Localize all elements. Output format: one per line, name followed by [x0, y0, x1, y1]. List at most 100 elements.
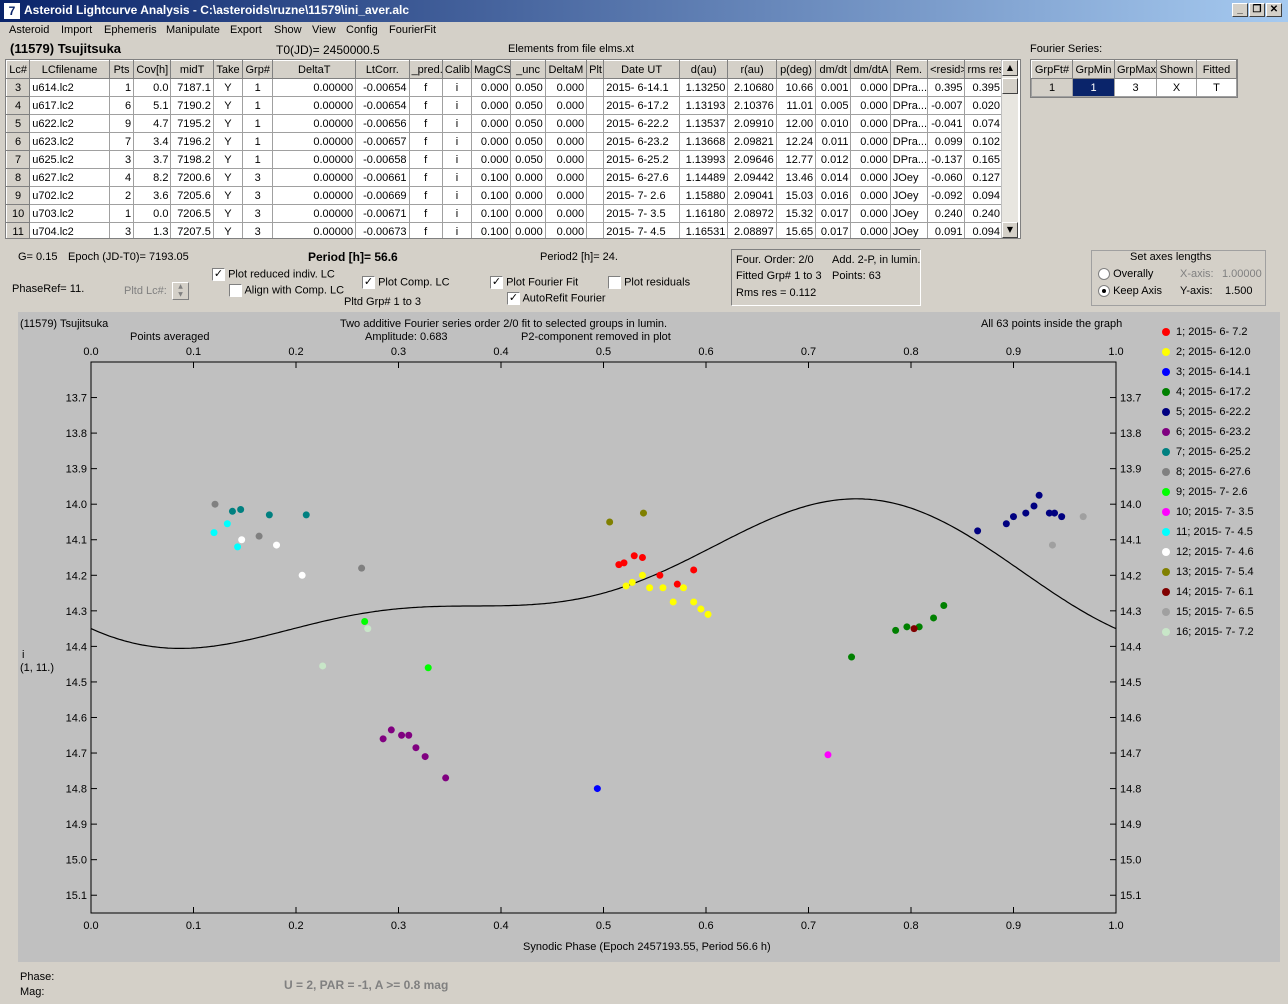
table-cell[interactable] — [586, 114, 605, 133]
table-cell[interactable]: 7198.2 — [170, 150, 214, 169]
table-cell[interactable]: 0.005 — [815, 96, 852, 115]
table-cell[interactable]: 2.08972 — [727, 204, 777, 223]
table-cell[interactable]: 2.10376 — [727, 96, 777, 115]
table-cell[interactable]: 0.001 — [815, 78, 852, 97]
table-cell[interactable]: -0.00656 — [355, 114, 410, 133]
table-cell[interactable]: 0.395 — [927, 78, 966, 97]
menu-import[interactable]: Import — [61, 24, 92, 36]
table-cell[interactable]: -0.00673 — [355, 222, 410, 238]
table-cell[interactable]: 3 — [242, 186, 274, 205]
table-cell[interactable]: 0.240 — [927, 204, 966, 223]
table-cell[interactable]: 0.010 — [815, 114, 852, 133]
table-cell[interactable]: 7 — [6, 150, 31, 169]
table-cell[interactable]: 9 — [6, 186, 31, 205]
table-cell[interactable]: 2015- 6-25.2 — [603, 150, 680, 169]
menu-fourierfit[interactable]: FourierFit — [389, 24, 436, 36]
table-cell[interactable]: 0.000 — [850, 204, 891, 223]
table-cell[interactable]: 1 — [108, 204, 135, 223]
menu-config[interactable]: Config — [346, 24, 378, 36]
table-cell[interactable]: 3 — [242, 168, 274, 187]
table-cell[interactable]: 7206.5 — [170, 204, 214, 223]
column-header[interactable]: <resid> — [927, 60, 966, 79]
table-cell[interactable]: Y — [212, 114, 244, 133]
table-cell[interactable]: -0.137 — [927, 150, 966, 169]
column-header[interactable]: Rem. — [889, 60, 929, 79]
table-cell[interactable]: i — [441, 78, 473, 97]
table-cell[interactable]: 0.014 — [815, 168, 852, 187]
column-header[interactable]: DeltaT — [272, 60, 357, 79]
table-cell[interactable]: -0.00654 — [355, 96, 410, 115]
table-cell[interactable]: 7 — [108, 132, 135, 151]
table-cell[interactable]: 1.16531 — [678, 222, 729, 238]
table-cell[interactable]: 2015- 7- 4.5 — [603, 222, 680, 238]
table-cell[interactable]: JOey — [889, 222, 929, 238]
table-row[interactable]: 6 u623.lc2 7 3.4 7196.2 Y 1 0.00000 -0.00657 f i 0.… — [6, 132, 1003, 151]
table-cell[interactable]: 3 — [108, 222, 135, 238]
table-cell[interactable]: 2015- 6-23.2 — [603, 132, 680, 151]
table-cell[interactable]: Y — [212, 222, 244, 238]
table-cell[interactable]: 11.01 — [775, 96, 817, 115]
table-cell[interactable]: 15.32 — [775, 204, 817, 223]
table-cell[interactable]: 0.000 — [471, 150, 512, 169]
table-cell[interactable]: 7196.2 — [170, 132, 214, 151]
table-cell[interactable]: -0.00671 — [355, 204, 410, 223]
column-header[interactable]: p(deg) — [775, 60, 817, 79]
table-cell[interactable]: 2.09041 — [727, 186, 777, 205]
table-cell[interactable]: 0.395 — [964, 78, 1003, 97]
table-row[interactable]: 11 u704.lc2 3 1.3 7207.5 Y 3 0.00000 -0.00673 f i 0… — [6, 222, 1003, 238]
table-cell[interactable]: 0.050 — [510, 150, 546, 169]
table-cell[interactable]: 0.240 — [964, 204, 1003, 223]
table-cell[interactable]: 3 — [242, 222, 274, 238]
column-header[interactable]: midT — [170, 60, 214, 79]
table-cell[interactable]: 3 — [108, 150, 135, 169]
table-cell[interactable]: 0.094 — [964, 222, 1003, 238]
table-cell[interactable]: 1 — [1031, 78, 1073, 97]
table-cell[interactable] — [586, 222, 605, 238]
table-cell[interactable]: u702.lc2 — [29, 186, 110, 205]
table-cell[interactable]: i — [441, 186, 473, 205]
table-cell[interactable]: 0.165 — [964, 150, 1003, 169]
column-header[interactable]: Grp# — [242, 60, 274, 79]
table-cell[interactable]: 0.000 — [850, 114, 891, 133]
table-cell[interactable]: 2.09442 — [727, 168, 777, 187]
table-cell[interactable]: 0.000 — [850, 186, 891, 205]
lightcurve-table[interactable]: Lc# LCfilename Pts Cov[h] midT Take Grp# DeltaT… — [5, 59, 1021, 239]
scroll-up-button[interactable]: ▲ — [1002, 60, 1018, 76]
table-cell[interactable]: Y — [212, 168, 244, 187]
table-cell[interactable]: 3.7 — [133, 150, 172, 169]
table-cell[interactable]: 0.102 — [964, 132, 1003, 151]
table-cell[interactable]: 3 — [242, 204, 274, 223]
table-cell[interactable]: 0.000 — [544, 204, 588, 223]
table-cell[interactable]: i — [441, 204, 473, 223]
menu-asteroid[interactable]: Asteroid — [9, 24, 49, 36]
table-cell[interactable]: 0.094 — [964, 186, 1003, 205]
table-cell[interactable]: 0.011 — [815, 132, 852, 151]
minimize-button[interactable]: _ — [1232, 3, 1248, 17]
table-cell[interactable]: 4 — [108, 168, 135, 187]
table-cell[interactable]: DPra... — [889, 78, 929, 97]
table-cell[interactable]: DPra... — [889, 114, 929, 133]
table-cell[interactable]: 0.000 — [471, 78, 512, 97]
table-row[interactable]: 4 u617.lc2 6 5.1 7190.2 Y 1 0.00000 -0.00654 f i 0.… — [6, 96, 1003, 115]
table-cell[interactable]: 0.017 — [815, 222, 852, 238]
table-cell[interactable]: 0.000 — [510, 204, 546, 223]
table-cell[interactable]: -0.00654 — [355, 78, 410, 97]
table-cell[interactable]: 2.10680 — [727, 78, 777, 97]
table-cell[interactable]: f — [408, 96, 443, 115]
lightcurve-plot[interactable]: 0.0 0.0 0.1 0.1 0.2 0.2 0.3 0.3 0.4 0.4 0.5 0.5 0.6 0… — [18, 312, 1280, 962]
table-cell[interactable]: 0.00000 — [272, 96, 357, 115]
table-cell[interactable]: -0.041 — [927, 114, 966, 133]
table-cell[interactable]: 0.000 — [510, 186, 546, 205]
table-cell[interactable]: 8 — [6, 168, 31, 187]
table-cell[interactable]: i — [441, 132, 473, 151]
align-comp-checkbox[interactable]: Align with Comp. LC — [229, 284, 344, 297]
table-cell[interactable]: i — [441, 222, 473, 238]
column-header[interactable]: MagCS — [471, 60, 512, 79]
table-cell[interactable]: 6 — [6, 132, 31, 151]
table-cell[interactable]: 0.000 — [850, 132, 891, 151]
table-cell[interactable] — [586, 150, 605, 169]
table-cell[interactable]: 7205.6 — [170, 186, 214, 205]
column-header[interactable]: Lc# — [6, 60, 31, 79]
column-header[interactable]: Shown — [1156, 60, 1197, 79]
pltd-lc-spinner[interactable]: ▲ ▼ — [172, 282, 189, 300]
